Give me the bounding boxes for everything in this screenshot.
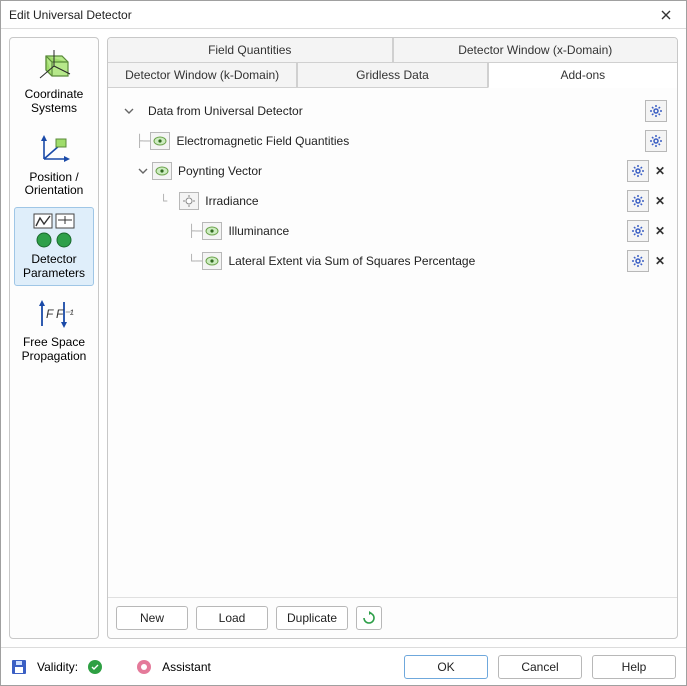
propagation-icon: FF⁻¹ [32, 295, 76, 333]
tabs-row-2: Detector Window (k-Domain) Gridless Data… [108, 63, 677, 88]
gear-icon [649, 134, 663, 148]
footer: Validity: Assistant OK Cancel Help [1, 647, 686, 685]
sidebar-item-free-space-propagation[interactable]: FF⁻¹ Free Space Propagation [14, 290, 94, 369]
settings-button[interactable] [627, 250, 649, 272]
sun-icon [179, 192, 199, 210]
gear-icon [631, 194, 645, 208]
new-button[interactable]: New [116, 606, 188, 630]
help-button[interactable]: Help [592, 655, 676, 679]
tree-node-label: Poynting Vector [178, 164, 262, 178]
settings-button[interactable] [627, 220, 649, 242]
tree: Data from Universal Detector ├─ Electrom… [108, 88, 677, 597]
assistant-button[interactable]: Assistant [162, 660, 211, 674]
sidebar-item-label: Position / Orientation [17, 171, 91, 199]
eye-icon [152, 162, 172, 180]
tabs-row-1: Field Quantities Detector Window (x-Doma… [108, 38, 677, 63]
gear-icon [649, 104, 663, 118]
chevron-down-icon[interactable] [167, 194, 177, 208]
sidebar-item-position-orientation[interactable]: Position / Orientation [14, 125, 94, 204]
tab-detector-window-k[interactable]: Detector Window (k-Domain) [108, 63, 297, 88]
settings-button[interactable] [627, 160, 649, 182]
refresh-icon [362, 611, 376, 625]
sidebar-item-detector-parameters[interactable]: Detector Parameters [14, 207, 94, 286]
cancel-button[interactable]: Cancel [498, 655, 582, 679]
gear-icon [631, 254, 645, 268]
main-panel: Field Quantities Detector Window (x-Doma… [107, 37, 678, 639]
sidebar-item-label: Coordinate Systems [17, 88, 91, 116]
eye-icon [202, 252, 222, 270]
ok-button[interactable]: OK [404, 655, 488, 679]
detector-params-icon [32, 212, 76, 250]
close-button[interactable] [654, 3, 678, 27]
close-icon [661, 10, 671, 20]
chevron-down-icon[interactable] [122, 104, 136, 118]
window-title: Edit Universal Detector [9, 8, 654, 22]
eye-icon [202, 222, 222, 240]
tree-node-label: Irradiance [205, 194, 258, 208]
settings-button[interactable] [645, 130, 667, 152]
save-icon[interactable] [11, 659, 27, 675]
tab-add-ons[interactable]: Add-ons [488, 63, 677, 88]
tab-detector-window-x[interactable]: Detector Window (x-Domain) [393, 38, 678, 63]
validity-label: Validity: [37, 660, 78, 674]
tab-field-quantities[interactable]: Field Quantities [108, 38, 393, 63]
cube-icon [32, 47, 76, 85]
tree-root-row[interactable]: Data from Universal Detector [116, 96, 669, 126]
assistant-icon [136, 659, 152, 675]
svg-text:F⁻¹: F⁻¹ [56, 307, 74, 321]
eye-icon [150, 132, 170, 150]
tree-node[interactable]: ├─ Illuminance ✕ [116, 216, 669, 246]
sidebar-item-coordinate-systems[interactable]: Coordinate Systems [14, 42, 94, 121]
dialog-window: Edit Universal Detector Coordinate Syste… [0, 0, 687, 686]
refresh-button[interactable] [356, 606, 382, 630]
tree-node[interactable]: ├─ Electromagnetic Field Quantities [116, 126, 669, 156]
sidebar-item-label: Detector Parameters [17, 253, 91, 281]
tree-node-label: Lateral Extent via Sum of Squares Percen… [228, 254, 475, 268]
titlebar: Edit Universal Detector [1, 1, 686, 29]
load-button[interactable]: Load [196, 606, 268, 630]
settings-button[interactable] [645, 100, 667, 122]
tree-node[interactable]: └ Irradiance ✕ [116, 186, 669, 216]
tree-node-label: Electromagnetic Field Quantities [176, 134, 349, 148]
remove-button[interactable]: ✕ [653, 254, 667, 268]
sidebar: Coordinate Systems Position / Orientatio… [9, 37, 99, 639]
validity-ok-icon [88, 660, 102, 674]
gear-icon [631, 164, 645, 178]
tab-gridless-data[interactable]: Gridless Data [297, 63, 487, 88]
axes-icon [32, 130, 76, 168]
remove-button[interactable]: ✕ [653, 164, 667, 178]
sidebar-item-label: Free Space Propagation [17, 336, 91, 364]
settings-button[interactable] [627, 190, 649, 212]
duplicate-button[interactable]: Duplicate [276, 606, 348, 630]
remove-button[interactable]: ✕ [653, 194, 667, 208]
tree-node[interactable]: Poynting Vector ✕ [116, 156, 669, 186]
tree-node-label: Illuminance [228, 224, 289, 238]
remove-button[interactable]: ✕ [653, 224, 667, 238]
bottom-toolbar: New Load Duplicate [108, 597, 677, 638]
tree-node[interactable]: └─ Lateral Extent via Sum of Squares Per… [116, 246, 669, 276]
chevron-down-icon[interactable] [136, 164, 150, 178]
tree-node-label: Data from Universal Detector [148, 104, 303, 118]
svg-text:F: F [46, 307, 54, 321]
gear-icon [631, 224, 645, 238]
